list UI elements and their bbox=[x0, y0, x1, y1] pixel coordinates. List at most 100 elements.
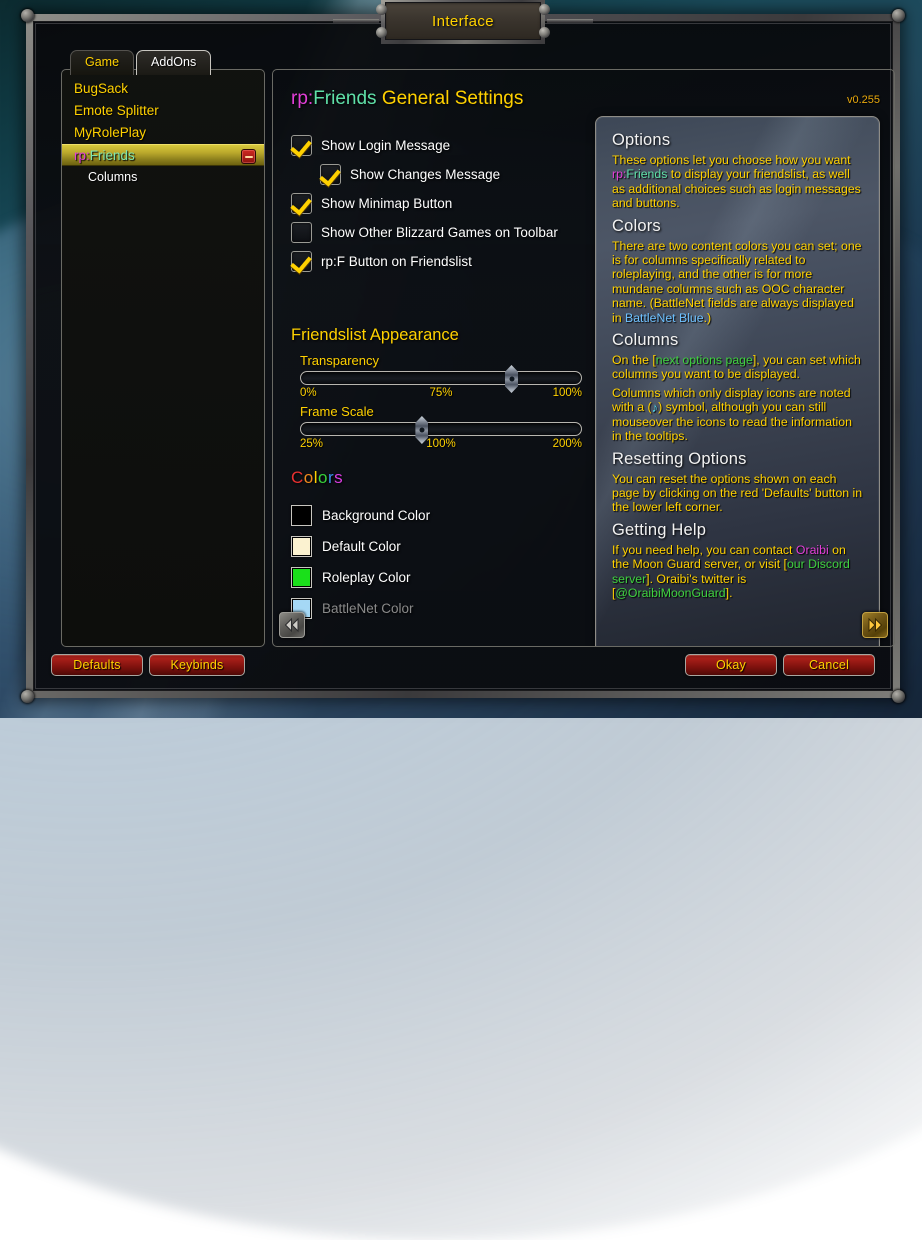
panel-title-prefix: rp: bbox=[291, 88, 313, 109]
color-swatch-label: Roleplay Color bbox=[322, 570, 411, 585]
slider-max-label: 200% bbox=[553, 438, 582, 450]
slider-track[interactable] bbox=[300, 422, 582, 436]
slider-max-label: 100% bbox=[553, 387, 582, 399]
addon-item-name: Friends bbox=[90, 148, 135, 163]
color-row-background-color[interactable]: Background Color bbox=[291, 502, 430, 528]
slider-mid-label: 100% bbox=[426, 438, 455, 450]
info-paragraph: There are two content colors you can set… bbox=[612, 239, 863, 325]
checkbox-row-show-minimap-button[interactable]: Show Minimap Button bbox=[291, 190, 591, 216]
color-swatches-group: Background Color Default Color Roleplay Co… bbox=[291, 502, 430, 626]
slider-group-frame-scale: Frame Scale 25% 100% 200% bbox=[291, 404, 591, 454]
checkbox-unchecked-icon[interactable] bbox=[291, 222, 312, 243]
checkbox-checked-icon[interactable] bbox=[291, 193, 312, 214]
info-section-heading: Colors bbox=[612, 217, 863, 236]
checkbox-checked-icon[interactable] bbox=[291, 135, 312, 156]
addon-list-panel[interactable]: BugSack Emote Splitter MyRolePlay rp:Friend… bbox=[61, 69, 265, 647]
colors-heading: Colors bbox=[291, 468, 343, 488]
checkbox-row-show-changes-message[interactable]: Show Changes Message bbox=[291, 161, 591, 187]
info-section-heading: Getting Help bbox=[612, 521, 863, 540]
settings-content-panel: rp:Friends General Settings v0.255 Show … bbox=[272, 69, 895, 647]
checkbox-label: Show Minimap Button bbox=[321, 196, 452, 211]
colors-heading-letter: s bbox=[334, 468, 343, 487]
keybinds-button[interactable]: Keybinds bbox=[149, 654, 245, 676]
addon-item-label: BugSack bbox=[74, 81, 128, 96]
checkbox-label: Show Changes Message bbox=[350, 167, 500, 182]
checkbox-checked-icon[interactable] bbox=[291, 251, 312, 272]
tab-game[interactable]: Game bbox=[70, 50, 134, 75]
info-text-green: @OraibiMoonGuard bbox=[615, 586, 725, 600]
color-row-default-color[interactable]: Default Color bbox=[291, 533, 430, 559]
info-text-green: next options page bbox=[656, 353, 753, 367]
cancel-button[interactable]: Cancel bbox=[783, 654, 875, 676]
version-label: v0.255 bbox=[847, 94, 880, 106]
info-section-heading: Resetting Options bbox=[612, 450, 863, 469]
info-text-pink: Oraibi bbox=[796, 543, 829, 557]
corner-rivet-top-right bbox=[892, 9, 905, 22]
corner-rivet-bottom-left bbox=[21, 690, 34, 703]
info-text: These options let you choose how you wan… bbox=[612, 153, 851, 167]
checkbox-label: Show Other Blizzard Games on Toolbar bbox=[321, 225, 558, 240]
slider-min-label: 0% bbox=[300, 387, 317, 399]
info-paragraph: You can reset the options shown on each … bbox=[612, 472, 863, 515]
addon-list-item-myroleplay[interactable]: MyRolePlay bbox=[62, 122, 264, 144]
info-paragraph: These options let you choose how you wan… bbox=[612, 153, 863, 211]
addon-item-label: Emote Splitter bbox=[74, 103, 159, 118]
info-section-heading: Columns bbox=[612, 331, 863, 350]
minus-icon[interactable] bbox=[241, 149, 256, 164]
addon-list-item-emote-splitter[interactable]: Emote Splitter bbox=[62, 100, 264, 122]
corner-rivet-bottom-right bbox=[892, 690, 905, 703]
okay-button[interactable]: Okay bbox=[685, 654, 777, 676]
color-swatch[interactable] bbox=[291, 505, 312, 526]
checkbox-options-group: Show Login Message Show Changes Message Sh… bbox=[291, 132, 591, 277]
slider-tick-labels: 25% 100% 200% bbox=[300, 438, 582, 454]
defaults-button[interactable]: Defaults bbox=[51, 654, 143, 676]
color-swatch[interactable] bbox=[291, 567, 312, 588]
corner-rivet-top-left bbox=[21, 9, 34, 22]
slider-control[interactable]: 0% 75% 100% bbox=[300, 371, 582, 403]
double-chevron-left-icon bbox=[283, 617, 301, 633]
double-chevron-right-icon bbox=[866, 617, 884, 633]
checkbox-checked-icon[interactable] bbox=[320, 164, 341, 185]
color-swatch[interactable] bbox=[291, 536, 312, 557]
next-page-button[interactable] bbox=[862, 612, 888, 638]
checkbox-label: Show Login Message bbox=[321, 138, 450, 153]
info-text: If you need help, you can contact bbox=[612, 543, 796, 557]
slider-tick-labels: 0% 75% 100% bbox=[300, 387, 582, 403]
addon-list-item-bugsack[interactable]: BugSack bbox=[62, 78, 264, 100]
tab-addons[interactable]: AddOns bbox=[136, 50, 211, 75]
info-text-glyph: ♪ bbox=[652, 401, 659, 414]
color-row-battlenet-color: BattleNet Color bbox=[291, 595, 430, 621]
color-row-roleplay-color[interactable]: Roleplay Color bbox=[291, 564, 430, 590]
addon-item-label: MyRolePlay bbox=[74, 125, 146, 140]
color-swatch-label: BattleNet Color bbox=[322, 601, 414, 616]
info-text-blue: BattleNet Blue bbox=[625, 311, 704, 325]
panel-title: rp:Friends General Settings bbox=[291, 88, 523, 110]
checkbox-row-show-login-message[interactable]: Show Login Message bbox=[291, 132, 591, 158]
info-text: You can reset the options shown on each … bbox=[612, 472, 862, 515]
color-swatch-label: Default Color bbox=[322, 539, 401, 554]
slider-min-label: 25% bbox=[300, 438, 323, 450]
checkbox-row-rp-f-button-on-friendslist[interactable]: rp:F Button on Friendslist bbox=[291, 248, 591, 274]
color-swatch-label: Background Color bbox=[322, 508, 430, 523]
help-info-panel: OptionsThese options let you choose how … bbox=[595, 116, 880, 647]
interface-options-window: Interface GameAddOns BugSackEmote Splitt… bbox=[26, 14, 900, 698]
info-paragraph: If you need help, you can contact Oraibi… bbox=[612, 543, 863, 601]
info-text-rp: rp: bbox=[612, 167, 626, 181]
info-text: On the [ bbox=[612, 353, 656, 367]
slider-mid-label: 75% bbox=[429, 387, 452, 399]
slider-track[interactable] bbox=[300, 371, 582, 385]
slider-control[interactable]: 25% 100% 200% bbox=[300, 422, 582, 454]
previous-page-button[interactable] bbox=[279, 612, 305, 638]
colors-heading-letter: C bbox=[291, 468, 304, 487]
addon-list-item-rp-friends[interactable]: rp:Friends bbox=[62, 144, 264, 166]
page-title: Interface bbox=[381, 0, 545, 44]
checkbox-row-show-other-blizzard-games-on-toolbar[interactable]: Show Other Blizzard Games on Toolbar bbox=[291, 219, 591, 245]
panel-title-rest: General Settings bbox=[377, 88, 524, 109]
info-paragraph: Columns which only display icons are not… bbox=[612, 386, 863, 444]
slider-label: Frame Scale bbox=[300, 404, 591, 419]
title-plate-wing-right bbox=[547, 19, 593, 23]
checkbox-label: rp:F Button on Friendslist bbox=[321, 254, 472, 269]
friendslist-appearance-group: Friendslist Appearance Transparency0%75%… bbox=[291, 326, 591, 455]
window-title-plate: Interface bbox=[381, 0, 545, 44]
addon-list-item-columns[interactable]: Columns bbox=[62, 166, 264, 188]
